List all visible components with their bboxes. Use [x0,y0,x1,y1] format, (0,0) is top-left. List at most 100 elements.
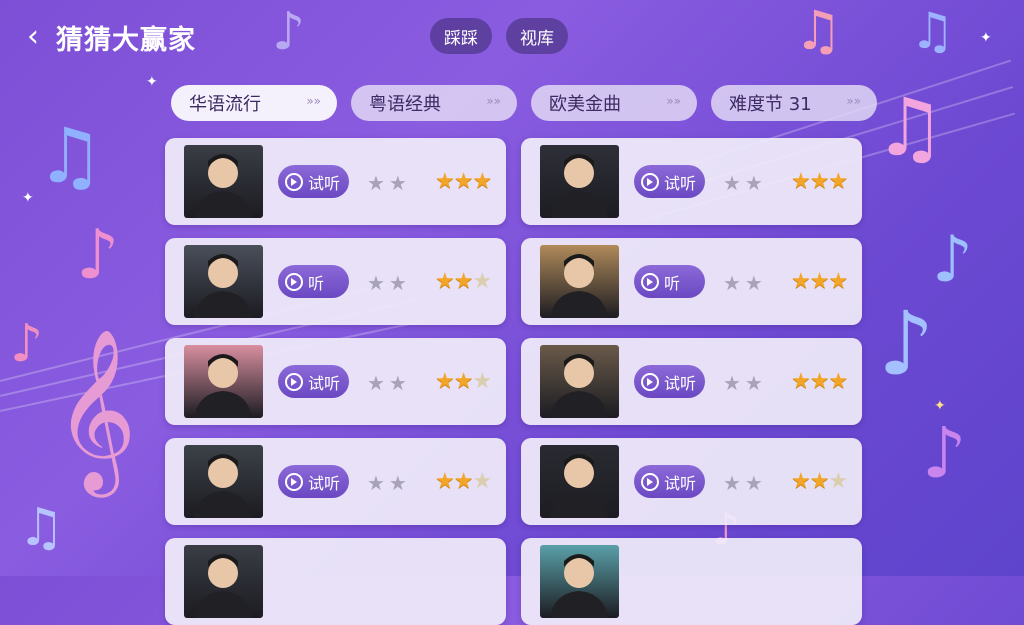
preview-button[interactable]: 试听 [634,365,705,398]
sparkle-icon: ✦ [146,74,158,90]
sparkle-icon: ✦ [22,190,34,206]
preview-button[interactable]: 听 [634,265,705,298]
music-note-icon: ♪ [10,314,44,374]
difficulty-rating: ★★★ [791,269,848,294]
page-title: 猜猜大赢家 [56,25,196,56]
music-note-icon: ♫ [18,498,65,558]
preview-button[interactable]: 试听 [278,465,349,498]
play-icon [641,172,659,191]
star-icon: ★ [453,169,474,194]
person-icon [194,254,252,318]
header-tab[interactable]: 踩踩 [430,18,492,54]
star-icon: ★ [472,169,492,194]
artist-avatar [184,545,263,618]
star-icon: ★ [809,469,830,494]
star-icon: ★ [809,369,830,394]
preview-button-label: 试听 [308,173,341,193]
preview-button[interactable]: 听 [278,265,349,298]
category-tab-label: 难度节 31 [729,94,812,115]
difficulty-rating: ★★★ [791,169,848,194]
song-card[interactable] [521,538,862,625]
empty-star-icon: ★★ [723,371,767,395]
chevron-right-icon: »» [666,94,681,108]
star-icon: ★ [472,269,492,294]
category-tab-bar: 华语流行 »» 粤语经典 »» 欧美金曲 »» 难度节 31 »» [171,85,877,121]
song-card[interactable]: 听 ★★ ★★★ [521,238,862,325]
star-icon: ★ [791,369,811,394]
empty-star-icon: ★★ [367,471,411,495]
preview-button-label: 试听 [664,173,697,193]
preview-button[interactable]: 试听 [278,165,349,198]
header-tab[interactable]: 视库 [506,18,568,54]
artist-avatar [540,445,619,518]
star-icon: ★ [435,369,455,394]
empty-star-icon: ★★ [723,171,767,195]
category-tab[interactable]: 华语流行 »» [171,85,337,121]
music-note-icon: ♫ [36,111,105,200]
person-icon [550,154,608,218]
star-icon: ★ [791,169,811,194]
star-icon: ★ [809,269,830,294]
difficulty-rating: ★★★ [435,369,492,394]
music-note-icon: ♪ [932,223,973,297]
song-card[interactable]: 试听 ★★ ★★★ [165,138,506,225]
preview-button-label: 听 [308,273,325,293]
artist-avatar [540,145,619,218]
difficulty-rating: ★★★ [791,469,848,494]
star-icon: ★ [453,469,474,494]
song-card[interactable]: 听 ★★ ★★★ [165,238,506,325]
play-icon [285,272,303,291]
chevron-right-icon: »» [486,94,501,108]
category-tab[interactable]: 粤语经典 »» [351,85,517,121]
music-note-icon: ♫ [874,81,946,174]
category-tab-label: 欧美金曲 [549,94,621,115]
song-card[interactable] [165,538,506,625]
sparkle-icon: ✦ [934,398,946,414]
song-card[interactable]: 试听 ★★ ★★★ [521,338,862,425]
star-icon: ★ [435,269,455,294]
song-card[interactable]: 试听 ★★ ★★★ [521,438,862,525]
music-note-icon: ♪ [878,292,935,395]
artist-avatar [540,345,619,418]
person-icon [194,154,252,218]
difficulty-rating: ★★★ [791,369,848,394]
song-card[interactable]: 试听 ★★ ★★★ [165,438,506,525]
star-icon: ★ [472,369,492,394]
star-icon: ★ [828,369,848,394]
preview-button-label: 试听 [664,473,697,493]
play-icon [285,172,303,191]
artist-avatar [540,245,619,318]
back-button[interactable]: ‹ [20,18,46,54]
play-icon [285,372,303,391]
star-icon: ★ [435,469,455,494]
header-tab-bar: 踩踩 视库 [430,18,568,54]
star-icon: ★ [435,169,455,194]
chevron-right-icon: »» [306,94,321,108]
preview-button[interactable]: 试听 [278,365,349,398]
preview-button-label: 试听 [308,473,341,493]
preview-button[interactable]: 试听 [634,165,705,198]
preview-button[interactable]: 试听 [634,465,705,498]
preview-button-label: 试听 [308,373,341,393]
star-icon: ★ [828,169,848,194]
difficulty-rating: ★★★ [435,469,492,494]
song-card[interactable]: 试听 ★★ ★★★ [521,138,862,225]
category-tab[interactable]: 欧美金曲 »» [531,85,697,121]
category-tab-label: 粤语经典 [369,94,441,115]
preview-button-label: 听 [664,273,681,293]
person-icon [550,254,608,318]
play-icon [285,472,303,491]
star-icon: ★ [791,269,811,294]
star-icon: ★ [453,269,474,294]
category-tab-label: 华语流行 [189,94,261,115]
category-tab[interactable]: 难度节 31 »» [711,85,877,121]
empty-star-icon: ★★ [723,471,767,495]
preview-button-label: 试听 [664,373,697,393]
star-icon: ★ [809,169,830,194]
song-card[interactable]: 试听 ★★ ★★★ [165,338,506,425]
star-icon: ★ [791,469,811,494]
person-icon [550,454,608,518]
star-icon: ★ [828,269,848,294]
treble-clef-icon: 𝄞 [54,328,137,491]
person-icon [194,554,252,618]
